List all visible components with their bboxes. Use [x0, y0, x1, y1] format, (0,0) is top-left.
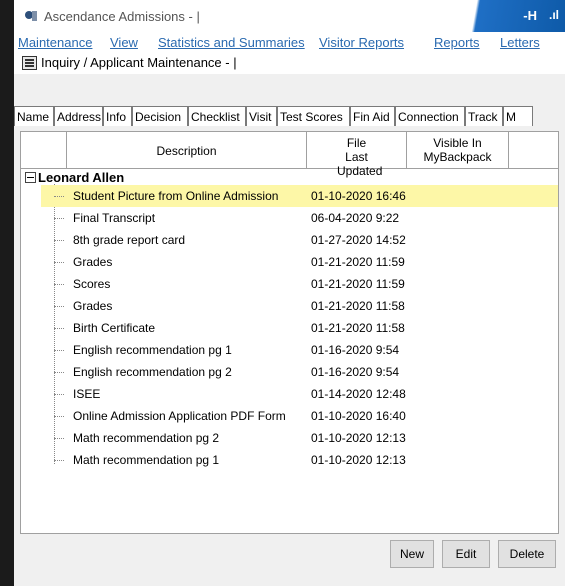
row-updated: 01-10-2020 12:13 [311, 453, 406, 467]
tree-parent-node[interactable]: Leonard Allen [25, 170, 124, 185]
column-header-description[interactable]: Description [67, 132, 307, 168]
row-description: ISEE [73, 387, 101, 401]
tab-more[interactable]: M [503, 106, 533, 126]
form-header: Inquiry / Applicant Maintenance - | [14, 52, 565, 74]
row-updated: 01-10-2020 16:40 [311, 409, 406, 423]
grid-header: Description File Last Updated Visible In… [21, 132, 558, 178]
table-row[interactable]: ISEE 01-14-2020 12:48 [41, 383, 558, 405]
row-description: English recommendation pg 1 [73, 343, 232, 357]
tab-row: Name Address Info Decision Checklist Vis… [14, 102, 565, 128]
row-updated: 01-27-2020 14:52 [311, 233, 406, 247]
row-description: Scores [73, 277, 111, 291]
menu-statistics[interactable]: Statistics and Summaries [158, 35, 305, 50]
tab-checklist[interactable]: Checklist [188, 106, 246, 126]
row-description: Online Admission Application PDF Form [73, 409, 286, 423]
form-icon [22, 56, 37, 70]
table-row[interactable]: Grades 01-21-2020 11:59 [41, 251, 558, 273]
title-accent [420, 0, 565, 32]
pin-icon[interactable]: -H [523, 8, 537, 23]
signal-bars-icon[interactable]: .ıl [549, 8, 559, 22]
new-button[interactable]: New [390, 540, 434, 568]
row-updated: 06-04-2020 9:22 [311, 211, 400, 225]
window-title: Ascendance Admissions - | [44, 9, 200, 24]
row-description: Student Picture from Online Admission [73, 189, 279, 203]
table-row[interactable]: English recommendation pg 2 01-16-2020 9:… [41, 361, 558, 383]
tab-test-scores[interactable]: Test Scores [277, 106, 350, 126]
desktop-edge [0, 0, 14, 586]
tab-decision[interactable]: Decision [132, 106, 188, 126]
row-updated: 01-16-2020 9:54 [311, 343, 400, 357]
row-description: Grades [73, 299, 113, 313]
row-description: Math recommendation pg 1 [73, 453, 220, 467]
table-row[interactable]: Birth Certificate 01-21-2020 11:58 [41, 317, 558, 339]
menu-view[interactable]: View [110, 35, 138, 50]
table-row[interactable]: Online Admission Application PDF Form 01-… [41, 405, 558, 427]
tab-connection[interactable]: Connection [395, 106, 465, 126]
row-updated: 01-10-2020 12:13 [311, 431, 406, 445]
collapse-icon[interactable] [25, 172, 36, 184]
title-bar: Ascendance Admissions - | -H .ıl [14, 0, 565, 32]
documents-grid[interactable]: Description File Last Updated Visible In… [20, 131, 559, 534]
app-window: Ascendance Admissions - | -H .ıl Mainten… [14, 0, 565, 586]
table-row[interactable]: Math recommendation pg 2 01-10-2020 12:13 [41, 427, 558, 449]
menu-reports[interactable]: Reports [434, 35, 480, 50]
tab-address[interactable]: Address [54, 106, 103, 126]
tab-track[interactable]: Track [465, 106, 503, 126]
tab-name[interactable]: Name [14, 106, 54, 126]
column-header-blank [21, 132, 67, 168]
row-updated: 01-10-2020 16:46 [311, 189, 406, 203]
row-updated: 01-21-2020 11:59 [311, 277, 405, 291]
menu-maintenance[interactable]: Maintenance [18, 35, 92, 50]
row-description: Grades [73, 255, 113, 269]
column-header-file-last-updated[interactable]: File Last Updated [307, 132, 407, 178]
parent-label: Leonard Allen [38, 170, 125, 185]
tab-fin-aid[interactable]: Fin Aid [350, 106, 395, 126]
row-updated: 01-14-2020 12:48 [311, 387, 406, 401]
form-title: Inquiry / Applicant Maintenance - | [41, 55, 237, 70]
table-row[interactable]: English recommendation pg 1 01-16-2020 9:… [41, 339, 558, 361]
table-row[interactable]: 8th grade report card 01-27-2020 14:52 [41, 229, 558, 251]
row-updated: 01-21-2020 11:58 [311, 321, 405, 335]
table-row[interactable]: Grades 01-21-2020 11:58 [41, 295, 558, 317]
tab-info[interactable]: Info [103, 106, 132, 126]
edit-button[interactable]: Edit [442, 540, 490, 568]
row-updated: 01-21-2020 11:59 [311, 255, 405, 269]
tab-visit[interactable]: Visit [246, 106, 277, 126]
delete-button[interactable]: Delete [498, 540, 556, 568]
row-description: Birth Certificate [73, 321, 156, 335]
app-icon [24, 9, 38, 23]
table-row[interactable]: Student Picture from Online Admission 01-… [41, 185, 558, 207]
row-description: Math recommendation pg 2 [73, 431, 220, 445]
menu-letters[interactable]: Letters [500, 35, 540, 50]
row-description: 8th grade report card [73, 233, 186, 247]
row-description: Final Transcript [73, 211, 156, 225]
table-row[interactable]: Scores 01-21-2020 11:59 [41, 273, 558, 295]
menu-visitor-reports[interactable]: Visitor Reports [319, 35, 404, 50]
table-row[interactable]: Final Transcript 06-04-2020 9:22 [41, 207, 558, 229]
column-header-visible-in-mybackpack[interactable]: Visible In MyBackpack [407, 132, 509, 168]
menu-bar: Maintenance View Statistics and Summarie… [14, 32, 565, 52]
table-row[interactable]: Math recommendation pg 1 01-10-2020 12:13 [41, 449, 558, 471]
row-updated: 01-16-2020 9:54 [311, 365, 400, 379]
row-updated: 01-21-2020 11:58 [311, 299, 405, 313]
row-description: English recommendation pg 2 [73, 365, 232, 379]
